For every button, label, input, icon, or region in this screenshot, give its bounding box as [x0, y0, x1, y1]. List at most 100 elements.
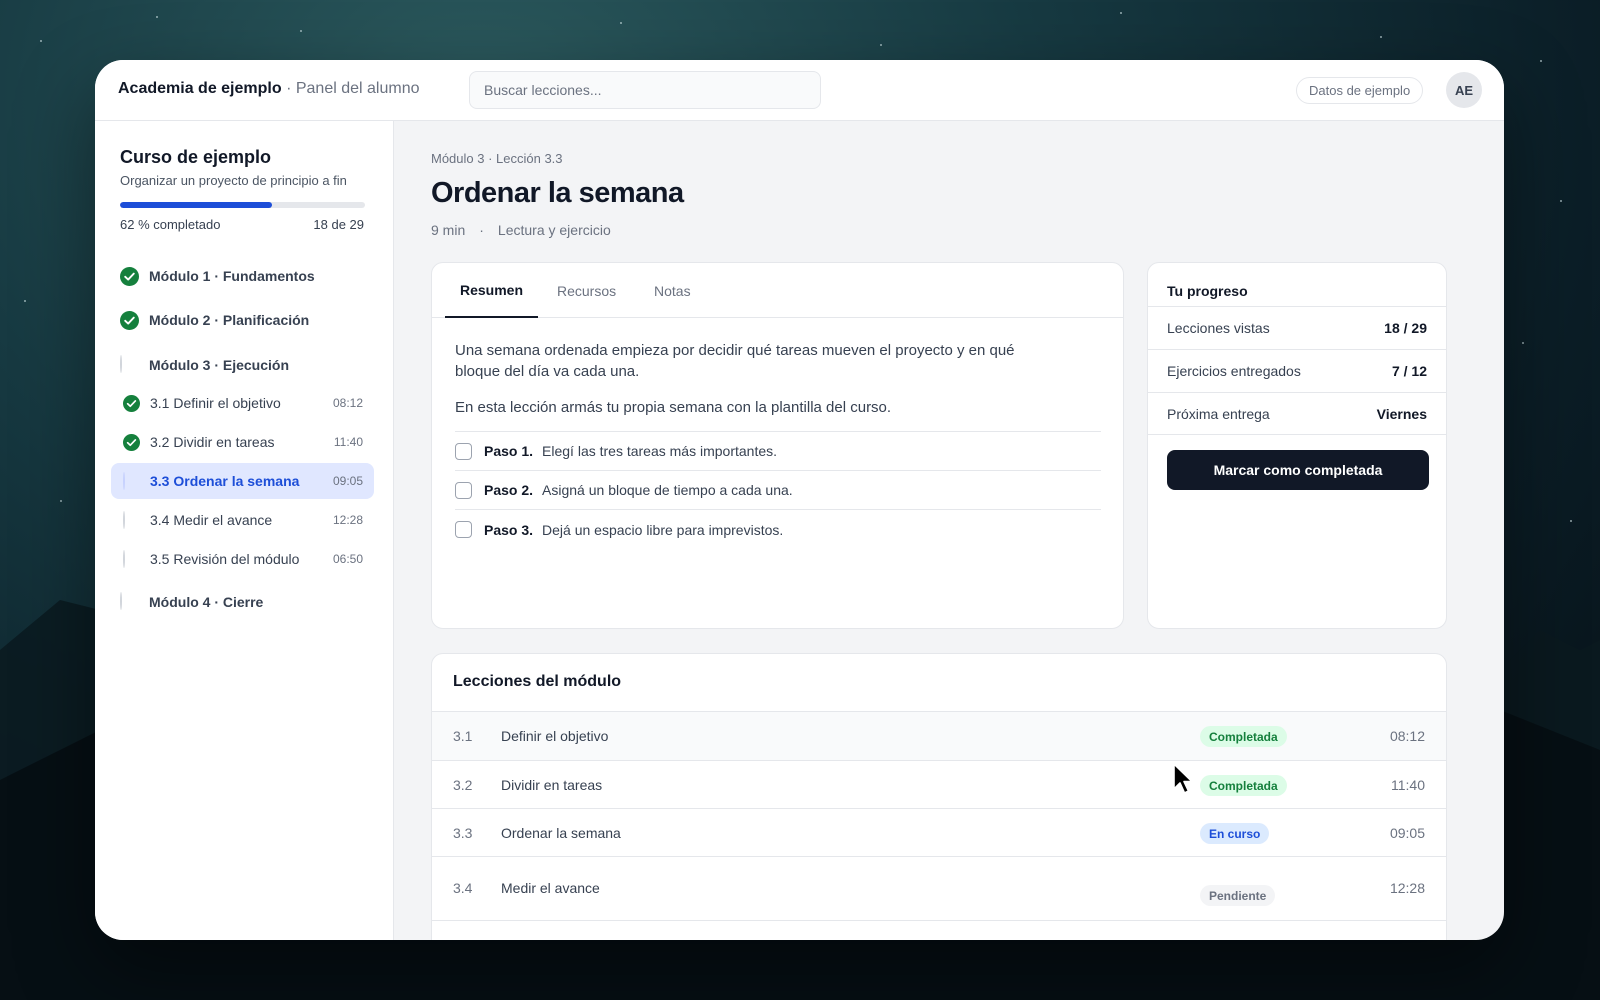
- step-number: Paso 2.: [484, 482, 534, 498]
- progress-row-label: Lecciones vistas: [1167, 320, 1270, 336]
- step-checkbox[interactable]: [455, 521, 472, 538]
- row-number: 3.1: [453, 728, 473, 744]
- row-title: Definir el objetivo: [501, 728, 609, 744]
- tab-recursos[interactable]: Recursos: [557, 263, 616, 318]
- module-lesson-row[interactable]: 3.1 Definir el objetivo Completada 08:12: [432, 711, 1446, 760]
- lesson-label: 3.5 Revisión del módulo: [150, 551, 300, 567]
- empty-circle-icon: [120, 354, 139, 375]
- tab-resumen[interactable]: Resumen: [445, 263, 539, 318]
- module-label: Módulo 4 · Cierre: [149, 594, 264, 610]
- status-badge: Completada: [1200, 775, 1287, 796]
- sidebar-module-1[interactable]: Módulo 1 · Fundamentos: [120, 265, 315, 287]
- lesson-type: Lectura y ejercicio: [497, 222, 611, 238]
- lesson-card: Resumen Recursos Notas Una semana ordena…: [431, 262, 1124, 629]
- course-subtitle: Organizar un proyecto de principio a fin: [120, 173, 347, 188]
- row-duration: 12:28: [1389, 880, 1425, 896]
- row-duration: 11:40: [1391, 777, 1425, 793]
- empty-circle-icon: [123, 549, 140, 568]
- course-progress-bar: [120, 202, 365, 208]
- step-checkbox[interactable]: [455, 442, 472, 460]
- row-title: Dividir en tareas: [501, 777, 603, 793]
- progress-row-value: 18 / 29: [1384, 320, 1427, 336]
- lesson-label: 3.3 Ordenar la semana: [150, 473, 300, 489]
- breadcrumb: Módulo 3 · Lección 3.3: [431, 151, 563, 166]
- step-checkbox[interactable]: [455, 481, 472, 499]
- progress-label: 62 % completado: [120, 217, 221, 232]
- progress-row: Lecciones vistas 18 / 29: [1148, 306, 1446, 349]
- user-avatar[interactable]: AE: [1446, 72, 1482, 108]
- row-title: Medir el avance: [501, 880, 600, 896]
- top-bar: Academia de ejemplo · Panel del alumno D…: [95, 60, 1504, 121]
- module-lesson-row[interactable]: 3.3 Ordenar la semana En curso 09:05: [432, 808, 1446, 856]
- step-number: Paso 1.: [484, 443, 534, 459]
- progress-row: Próxima entrega Viernes: [1148, 392, 1446, 435]
- empty-circle-icon: [120, 591, 139, 612]
- module-lesson-row[interactable]: 3.4 Medir el avance Pendiente 12:28: [432, 856, 1446, 920]
- sidebar-module-4[interactable]: Módulo 4 · Cierre: [120, 591, 263, 613]
- check-circle-icon: [120, 266, 139, 286]
- mark-complete-button[interactable]: Marcar como completada: [1167, 450, 1429, 490]
- lesson-paragraph: Una semana ordenada empieza por decidir …: [455, 342, 1015, 380]
- app-brand: Academia de ejemplo · Panel del alumno: [118, 80, 420, 98]
- main-content: Módulo 3 · Lección 3.3 Ordenar la semana…: [394, 121, 1504, 940]
- lesson-duration: 9 min: [431, 222, 466, 238]
- sidebar-module-3[interactable]: Módulo 3 · Ejecución: [120, 354, 289, 376]
- sidebar-lesson-3-5[interactable]: 3.5 Revisión del módulo 06:50: [111, 541, 374, 577]
- status-badge: Pendiente: [1200, 885, 1276, 906]
- sample-data-badge: Datos de ejemplo: [1296, 77, 1424, 104]
- progress-row: Ejercicios entregados 7 / 12: [1148, 349, 1446, 392]
- lesson-label: 3.1 Definir el objetivo: [150, 395, 281, 411]
- check-circle-icon: [123, 433, 140, 451]
- lesson-label: 3.2 Dividir en tareas: [150, 434, 275, 450]
- check-circle-icon: [123, 394, 140, 412]
- module-lessons-title: Lecciones del módulo: [453, 673, 622, 690]
- module-label: Módulo 2 · Planificación: [149, 312, 310, 328]
- row-number: 3.4: [453, 880, 473, 896]
- module-lesson-row[interactable]: 3.2 Dividir en tareas Completada 11:40: [432, 760, 1446, 808]
- lesson-paragraph: En esta lección armás tu propia semana c…: [455, 399, 892, 416]
- status-badge: En curso: [1200, 823, 1270, 844]
- row-duration: 08:12: [1389, 728, 1425, 744]
- progress-card-title: Tu progreso: [1167, 283, 1248, 299]
- row-number: 3.2: [453, 777, 473, 793]
- module-lesson-row-partial: [432, 920, 1446, 940]
- sidebar-lesson-3-3[interactable]: 3.3 Ordenar la semana 09:05: [111, 463, 374, 499]
- progress-row-value: Viernes: [1376, 405, 1427, 422]
- sidebar-module-2[interactable]: Módulo 2 · Planificación: [120, 309, 309, 331]
- module-label: Módulo 3 · Ejecución: [149, 357, 290, 373]
- app-name: Academia de ejemplo: [118, 80, 282, 97]
- lesson-duration: 06:50: [332, 552, 363, 566]
- step-item: Paso 3. Dejá un espacio libre para impre…: [455, 510, 1101, 549]
- progress-row-value: 7 / 12: [1391, 363, 1427, 379]
- lesson-duration: 09:05: [332, 474, 363, 488]
- lesson-meta: 9 min · Lectura y ejercicio: [431, 222, 611, 238]
- lesson-duration: 12:28: [332, 513, 363, 527]
- row-number: 3.3: [453, 825, 473, 841]
- status-badge: Completada: [1200, 726, 1287, 747]
- step-list: Paso 1. Elegí las tres tareas más import…: [455, 431, 1101, 549]
- sidebar-lesson-3-2[interactable]: 3.2 Dividir en tareas 11:40: [111, 424, 374, 460]
- sidebar-lesson-3-1[interactable]: 3.1 Definir el objetivo 08:12: [111, 385, 374, 421]
- tab-notas[interactable]: Notas: [654, 263, 691, 318]
- progress-card: Tu progreso Lecciones vistas 18 / 29 Eje…: [1147, 262, 1447, 629]
- app-section: · Panel del alumno: [286, 80, 420, 97]
- step-item: Paso 1. Elegí las tres tareas más import…: [455, 432, 1101, 471]
- course-title: Curso de ejemplo: [120, 147, 272, 167]
- lesson-label: 3.4 Medir el avance: [150, 512, 273, 528]
- module-lessons-card: Lecciones del módulo 3.1 Definir el obje…: [431, 653, 1447, 940]
- sidebar-lesson-3-4[interactable]: 3.4 Medir el avance 12:28: [111, 502, 374, 538]
- step-text: Elegí las tres tareas más importantes.: [542, 443, 778, 459]
- app-window: Academia de ejemplo · Panel del alumno D…: [95, 60, 1504, 940]
- step-text: Dejá un espacio libre para imprevistos.: [542, 521, 784, 538]
- lesson-duration: 08:12: [332, 396, 363, 410]
- progress-row-label: Ejercicios entregados: [1167, 363, 1301, 379]
- search-input[interactable]: [484, 82, 820, 98]
- step-number: Paso 3.: [484, 521, 534, 538]
- step-text: Asigná un bloque de tiempo a cada una.: [542, 482, 793, 498]
- progress-row-label: Próxima entrega: [1167, 405, 1270, 422]
- page-title: Ordenar la semana: [431, 177, 684, 209]
- lesson-tabs: Resumen Recursos Notas: [432, 263, 1123, 318]
- row-duration: 09:05: [1389, 825, 1425, 841]
- search-box[interactable]: [469, 71, 821, 109]
- empty-circle-icon: [123, 471, 140, 490]
